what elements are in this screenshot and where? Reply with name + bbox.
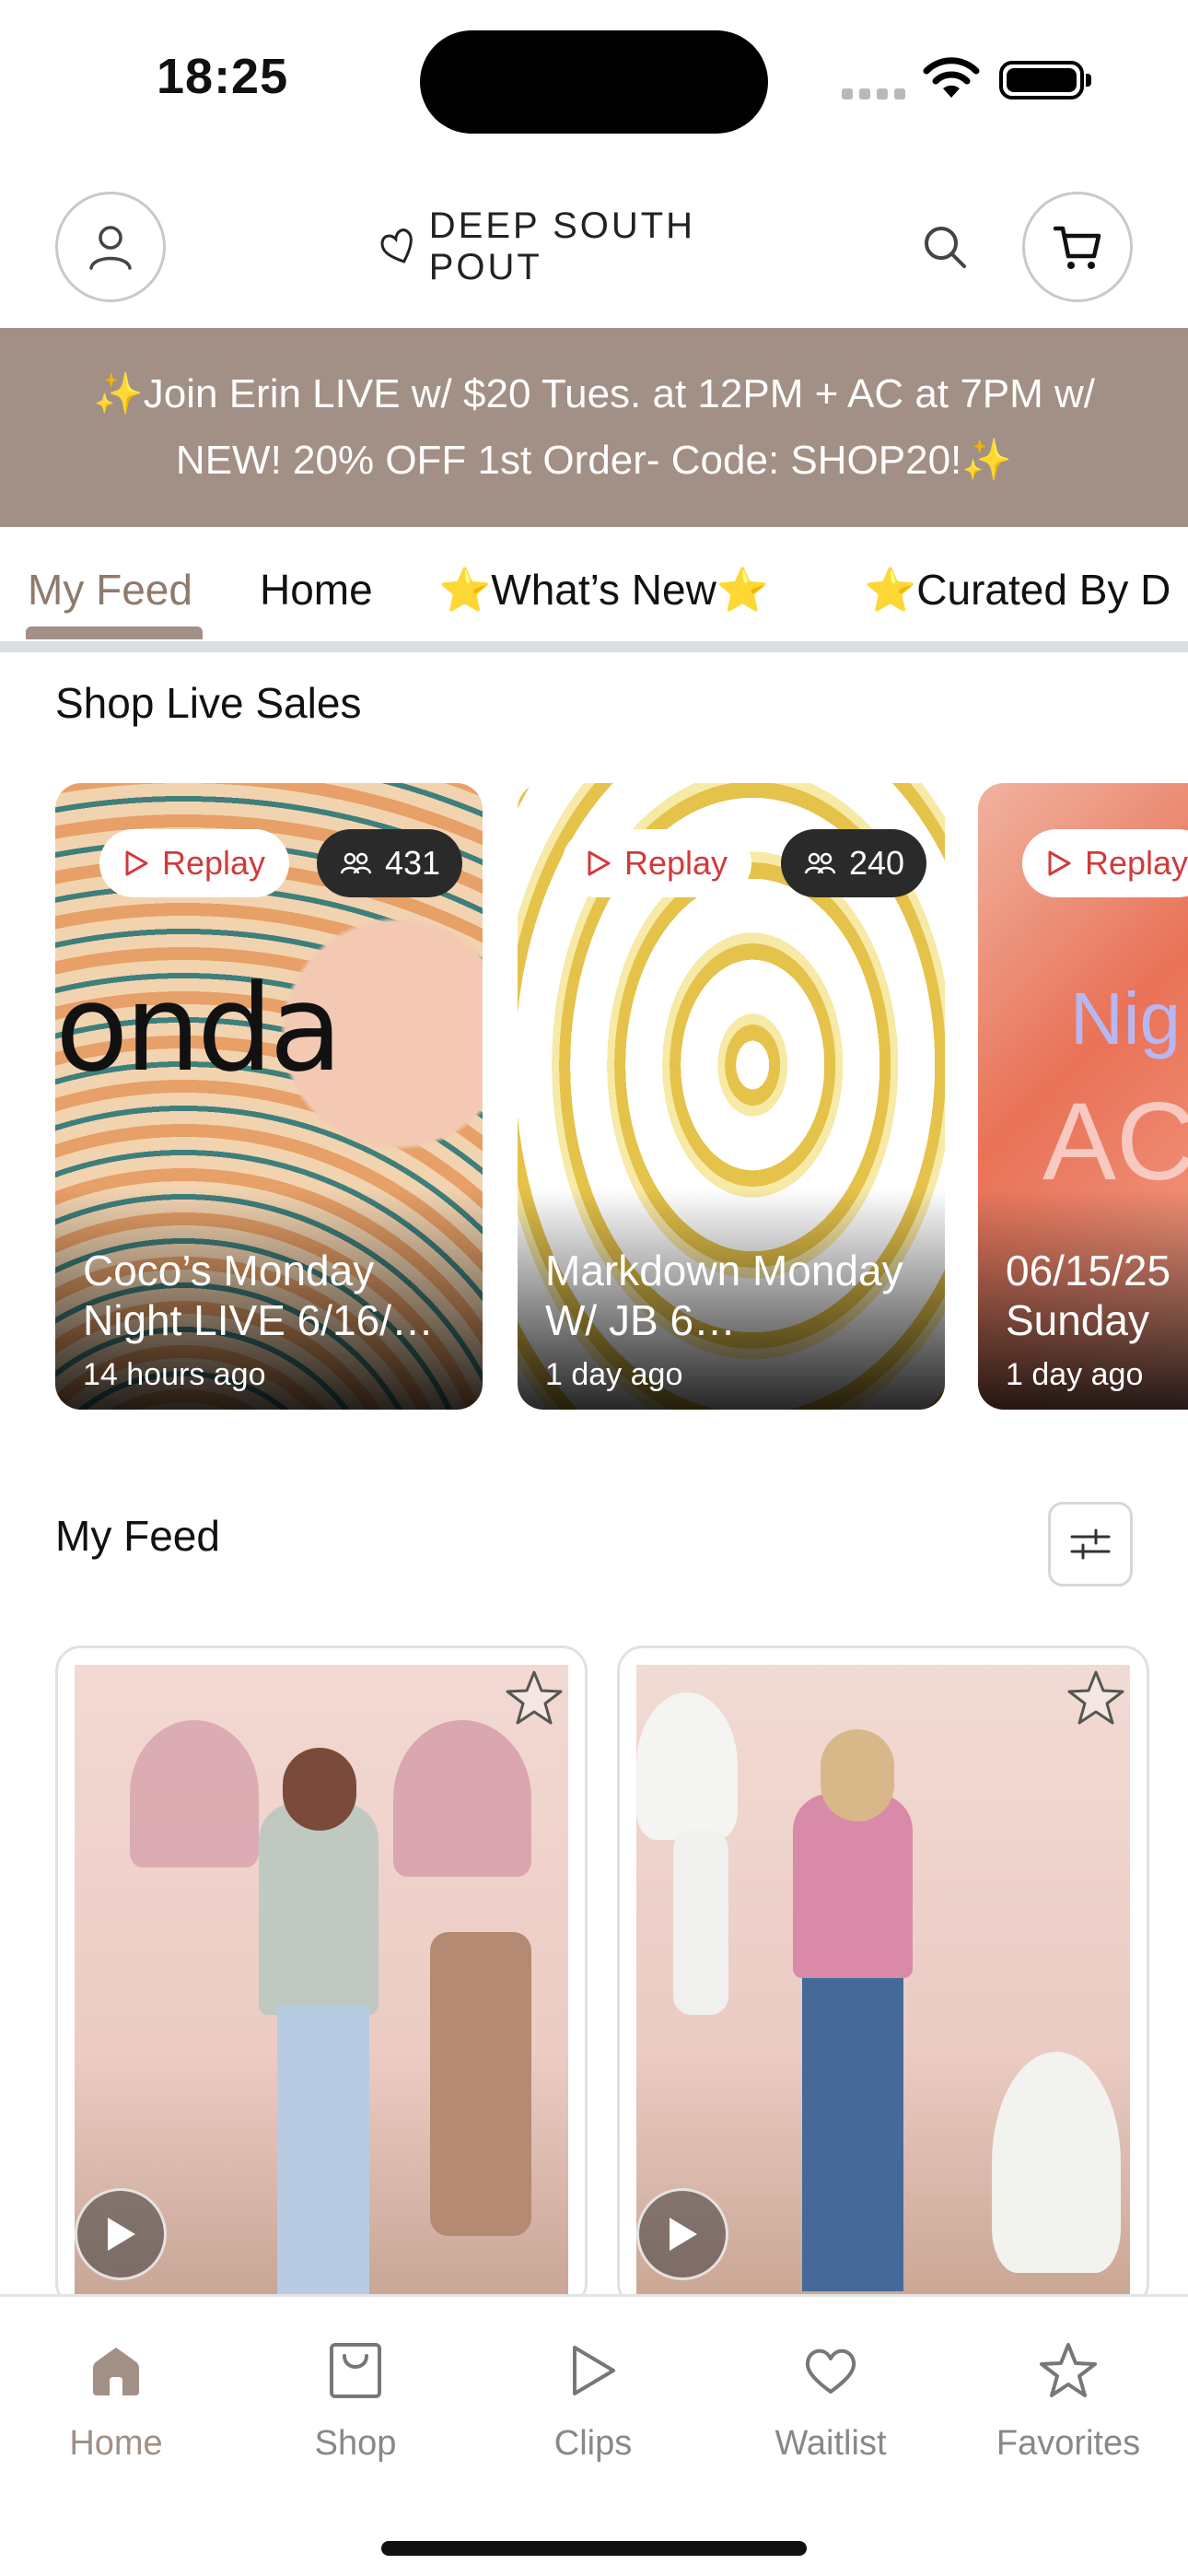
live-sale-card[interactable]: Nig AC Replay 06/15/25 Sunday N 1 day ag…	[978, 783, 1188, 1410]
category-tabs: My Feed Home ⭐What’s New⭐ ⭐Curated By D	[0, 527, 1188, 645]
viewer-count: 240	[849, 844, 905, 882]
tab-my-feed[interactable]: My Feed	[28, 545, 192, 634]
replay-label: Replay	[1085, 844, 1188, 882]
heart-icon	[805, 2348, 856, 2394]
tabs-divider	[0, 641, 1188, 652]
live-card-time: 1 day ago	[1006, 1357, 1144, 1392]
viewer-count-badge: 240	[781, 829, 927, 897]
play-icon	[108, 2218, 135, 2251]
viewer-count: 431	[385, 844, 441, 882]
wifi-icon	[923, 57, 980, 98]
nav-waitlist-label: Waitlist	[775, 2424, 887, 2463]
status-bar: 18:25	[0, 0, 1188, 166]
live-section-title: Shop Live Sales	[55, 679, 362, 727]
nav-waitlist[interactable]: Waitlist	[739, 2334, 923, 2464]
live-card-time: 1 day ago	[545, 1357, 683, 1392]
feed-product-card[interactable]	[55, 1645, 588, 2309]
nav-favorites[interactable]: Favorites	[976, 2334, 1160, 2464]
feed-product-card[interactable]	[617, 1645, 1149, 2309]
search-button[interactable]	[912, 214, 978, 280]
home-icon	[93, 2348, 139, 2395]
battery-icon	[999, 61, 1091, 100]
play-outline-icon	[588, 850, 611, 876]
tab-home[interactable]: Home	[260, 545, 373, 634]
nav-home[interactable]: Home	[24, 2334, 208, 2464]
brand-name: DEEP SOUTH POUT	[428, 205, 696, 287]
live-card-title: Markdown Monday W/ JB 6…	[545, 1247, 903, 1344]
tab-curated[interactable]: ⭐Curated By D	[864, 545, 1171, 634]
nav-favorites-label: Favorites	[996, 2424, 1141, 2463]
nav-clips[interactable]: Clips	[501, 2334, 685, 2464]
video-play-button[interactable]	[636, 2188, 728, 2280]
nav-clips-label: Clips	[553, 2424, 633, 2463]
play-outline-icon	[125, 850, 148, 876]
cart-icon	[1053, 226, 1101, 269]
nav-shop-label: Shop	[314, 2424, 397, 2463]
feed-section-title: My Feed	[55, 1512, 220, 1560]
replay-badge: Replay	[562, 829, 752, 897]
live-sale-card[interactable]: onda Replay 431 Coco’s Monday Night LIVE…	[55, 783, 483, 1410]
viewer-count-badge: 431	[317, 829, 463, 897]
brand-logo[interactable]: DEEP SOUTH POUT	[378, 205, 820, 287]
heart-logo-icon	[380, 228, 413, 263]
star-icon	[1040, 2343, 1097, 2397]
replay-label: Replay	[624, 844, 728, 882]
tab-whats-new[interactable]: ⭐What’s New⭐	[438, 545, 769, 634]
nav-home-label: Home	[69, 2424, 163, 2463]
promo-banner[interactable]: ✨Join Erin LIVE w/ $20 Tues. at 12PM + A…	[0, 328, 1188, 527]
live-sale-card[interactable]: Replay 240 Markdown Monday W/ JB 6… 1 da…	[518, 783, 945, 1410]
promo-text: ✨Join Erin LIVE w/ $20 Tues. at 12PM + A…	[92, 371, 1096, 483]
search-icon	[925, 227, 966, 268]
favorite-star-icon[interactable]	[502, 1667, 566, 1731]
dynamic-island	[420, 30, 768, 134]
home-indicator	[381, 2541, 807, 2556]
feed-filter-button[interactable]	[1048, 1502, 1133, 1587]
viewers-icon	[340, 852, 372, 874]
app-header: DEEP SOUTH POUT	[0, 184, 1188, 328]
account-button[interactable]	[55, 192, 166, 302]
live-card-title: 06/15/25 Sunday N	[1006, 1247, 1171, 1344]
status-time: 18:25	[157, 49, 289, 104]
sliders-icon	[1070, 1528, 1111, 1560]
user-icon	[89, 226, 132, 270]
live-card-time: 14 hours ago	[83, 1357, 266, 1392]
play-icon	[573, 2346, 615, 2395]
live-card-title: Coco’s Monday Night LIVE 6/16/…	[83, 1247, 434, 1344]
bottom-navigation: Home Shop Clips Waitlist Favorites	[0, 2294, 1188, 2576]
play-outline-icon	[1048, 850, 1071, 876]
viewers-icon	[804, 852, 836, 874]
cellular-signal-icon	[842, 88, 905, 100]
cart-button[interactable]	[1022, 192, 1133, 302]
favorite-star-icon[interactable]	[1064, 1667, 1128, 1731]
active-tab-indicator	[26, 626, 203, 639]
shopping-bag-icon	[330, 2343, 381, 2398]
play-icon	[670, 2218, 697, 2251]
nav-shop[interactable]: Shop	[263, 2334, 448, 2464]
replay-label: Replay	[162, 844, 266, 882]
replay-badge: Replay	[99, 829, 290, 897]
replay-badge: Replay	[1022, 829, 1188, 897]
video-play-button[interactable]	[75, 2188, 167, 2280]
